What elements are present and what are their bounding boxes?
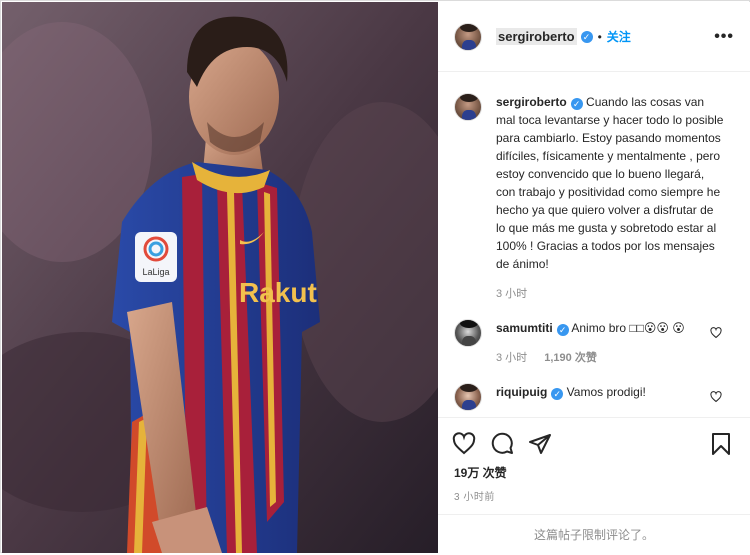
comment-text: Animo bro □□😮😮 😮 — [571, 321, 685, 335]
verified-icon: ✓ — [551, 388, 564, 400]
comment-username[interactable]: samumtiti — [496, 321, 553, 335]
verified-icon: ✓ — [556, 324, 569, 336]
player-illustration: LaLiga Rakut — [2, 2, 438, 553]
post-modal: LaLiga Rakut sergiroberto ✓ • 关注 ••• ser… — [0, 0, 750, 553]
post-header: sergiroberto ✓ • 关注 ••• — [438, 2, 750, 72]
more-icon[interactable]: ••• — [714, 28, 734, 46]
caption-meta: 3 小时 — [496, 285, 726, 303]
caption-text-block: sergiroberto ✓ Cuando las cosas van mal t… — [496, 93, 726, 303]
separator-dot: • — [597, 29, 602, 44]
verified-icon: ✓ — [580, 30, 593, 43]
post-actions: 19万 次赞 3 小时前 这篇帖子限制评论了。 — [438, 417, 750, 554]
commenter-avatar[interactable] — [454, 319, 482, 347]
caption-time[interactable]: 3 小时 — [496, 288, 527, 300]
jersey-sponsor: Rakut — [239, 277, 317, 308]
comment-text-block: samumtiti ✓ Animo bro □□😮😮 😮 3 小时 1,190 次… — [496, 319, 726, 367]
author-username[interactable]: sergiroberto — [496, 28, 577, 45]
comments-limited-notice: 这篇帖子限制评论了。 — [438, 514, 750, 554]
caption-avatar[interactable] — [454, 93, 482, 121]
comment-icon[interactable] — [490, 432, 514, 456]
likes-count[interactable]: 19万 次赞 — [454, 464, 507, 481]
comment-text: Vamos prodigi! — [566, 385, 646, 399]
post-sidebar: sergiroberto ✓ • 关注 ••• sergiroberto ✓ Cu… — [438, 2, 750, 553]
caption-text: Cuando las cosas van mal toca levantarse… — [496, 95, 724, 271]
comment-likes[interactable]: 1,190 次赞 — [544, 352, 597, 364]
comments-list[interactable]: sergiroberto ✓ Cuando las cosas van mal t… — [438, 73, 750, 417]
comment-item: samumtiti ✓ Animo bro □□😮😮 😮 3 小时 1,190 次… — [454, 319, 734, 367]
patch-text: LaLiga — [142, 267, 169, 277]
bookmark-icon[interactable] — [710, 432, 732, 456]
comment-username[interactable]: riquipuig — [496, 385, 547, 399]
verified-icon: ✓ — [570, 98, 583, 110]
heart-icon[interactable] — [452, 432, 476, 456]
comment-item: riquipuig ✓ Vamos prodigi! — [454, 383, 734, 411]
share-icon[interactable] — [528, 432, 552, 456]
comment-heart-icon[interactable] — [710, 391, 722, 406]
caption-username[interactable]: sergiroberto — [496, 95, 567, 109]
comment-meta: 3 小时 1,190 次赞 — [496, 349, 726, 367]
caption: sergiroberto ✓ Cuando las cosas van mal t… — [454, 93, 734, 303]
follow-button[interactable]: 关注 — [607, 28, 631, 45]
action-icons — [452, 432, 552, 456]
comment-text-block: riquipuig ✓ Vamos prodigi! — [496, 383, 726, 401]
commenter-avatar[interactable] — [454, 383, 482, 411]
comment-heart-icon[interactable] — [710, 327, 722, 342]
post-photo[interactable]: LaLiga Rakut — [2, 2, 438, 553]
comment-time[interactable]: 3 小时 — [496, 352, 527, 364]
post-time[interactable]: 3 小时前 — [454, 488, 495, 503]
author-avatar[interactable] — [454, 22, 482, 51]
